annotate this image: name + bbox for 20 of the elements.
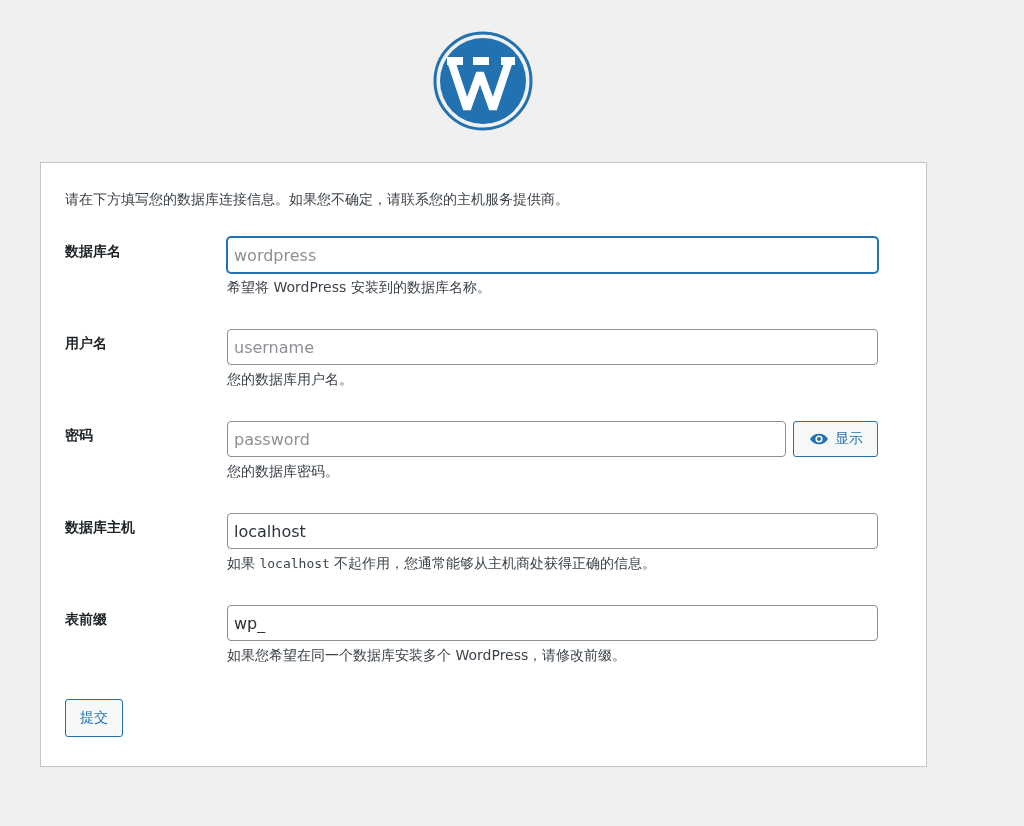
field-hint: 希望将 WordPress 安装到的数据库名称。	[227, 278, 492, 297]
field-label: 表前缀	[65, 610, 108, 629]
field-label: 数据库主机	[65, 518, 136, 537]
input-field[interactable]: wp_	[227, 605, 878, 641]
field-label: 密码	[65, 426, 94, 445]
field-hint: 如果您希望在同一个数据库安装多个 WordPress，请修改前缀。	[227, 646, 628, 665]
field-label: 数据库名	[65, 242, 122, 261]
submit-button[interactable]: 提交	[65, 699, 123, 737]
intro-text: 请在下方填写您的数据库连接信息。如果您不确定，请联系您的主机服务提供商。	[65, 190, 570, 209]
field-label: 用户名	[65, 334, 108, 353]
field-hint: 如果 localhost 不起作用，您通常能够从主机商处获得正确的信息。	[227, 554, 658, 573]
field-hint: 您的数据库密码。	[227, 462, 340, 481]
field-hint: 您的数据库用户名。	[227, 370, 354, 389]
input-field[interactable]: localhost	[227, 513, 878, 549]
input-field[interactable]: wordpress	[227, 237, 878, 273]
eye-icon	[808, 432, 829, 446]
show-password-button[interactable]: 显示	[793, 421, 878, 457]
input-field[interactable]: username	[227, 329, 878, 365]
input-field[interactable]: password	[227, 421, 786, 457]
logo-icon	[433, 31, 533, 131]
